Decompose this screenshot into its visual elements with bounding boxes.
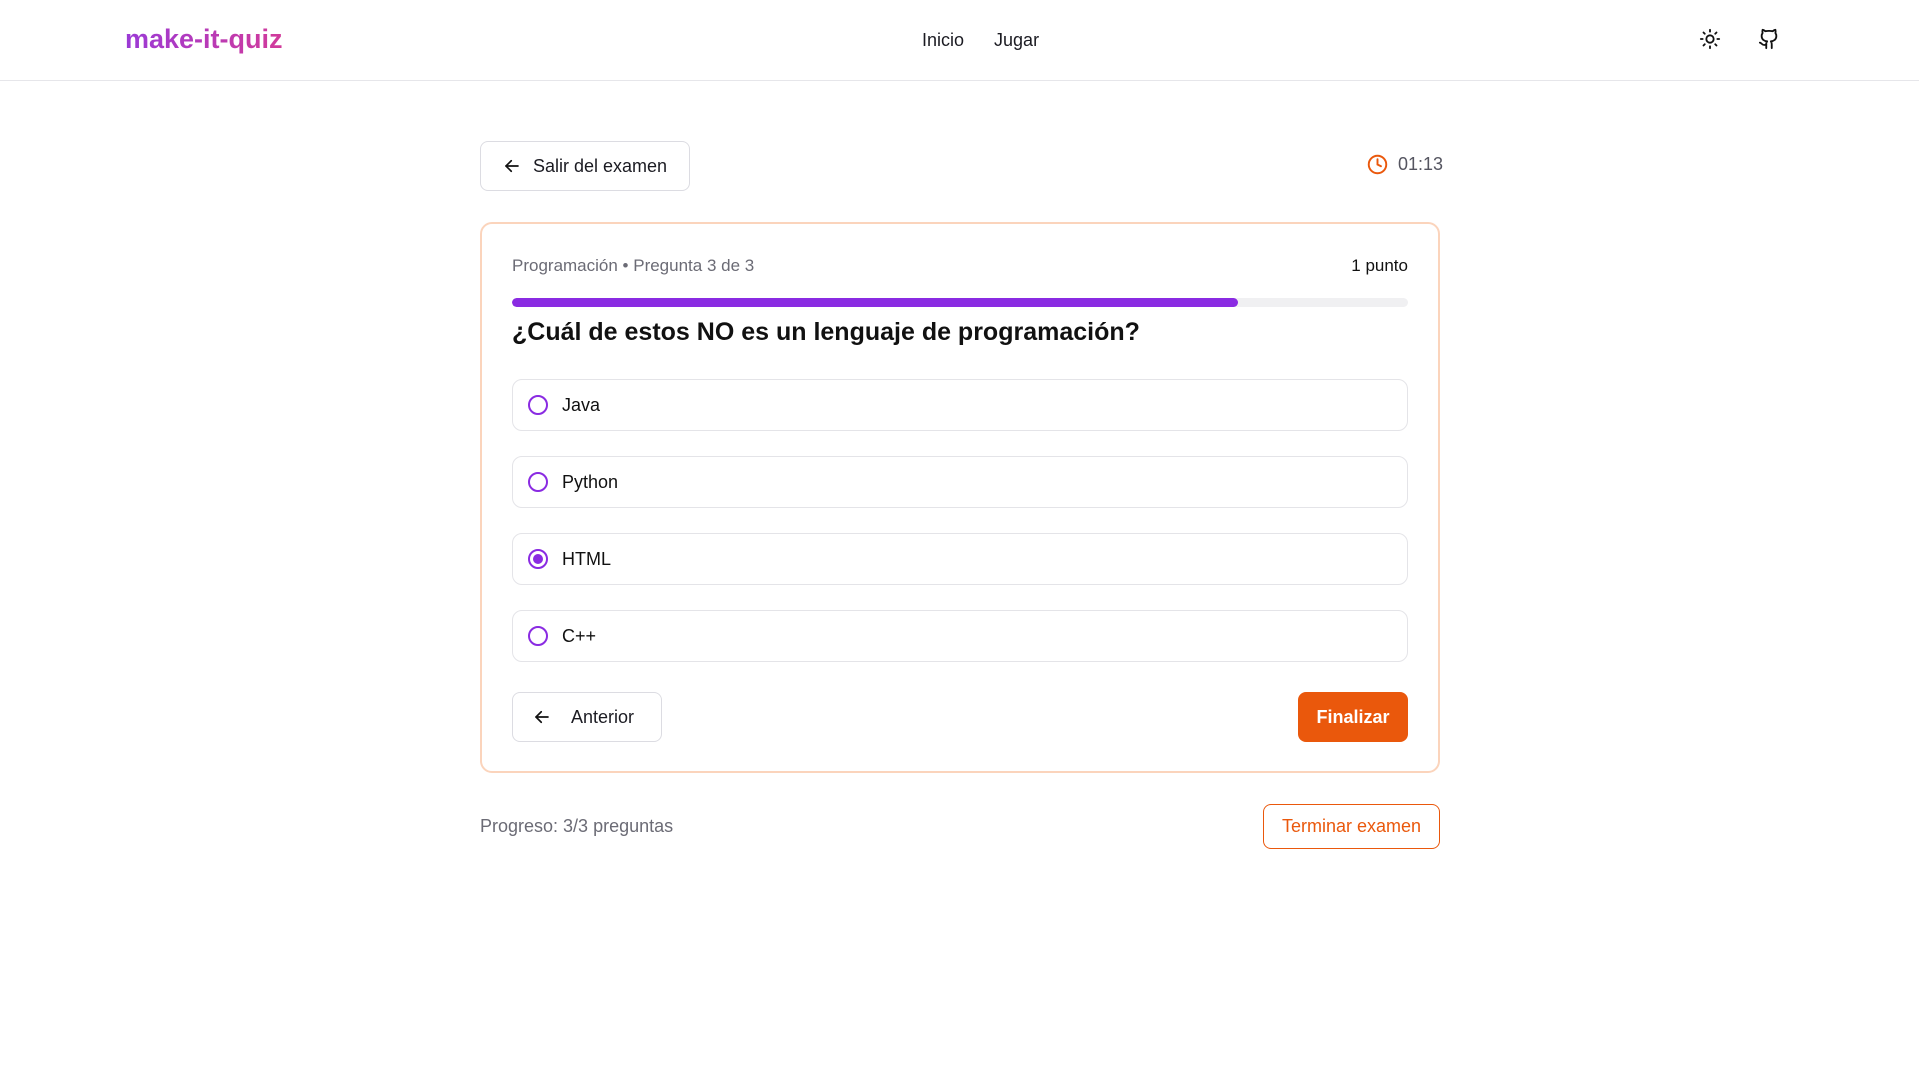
question-progress-bar — [512, 298, 1408, 307]
arrow-left-icon — [505, 159, 519, 173]
top-header: make-it-quiz Inicio Jugar — [0, 0, 1919, 81]
radio-button[interactable] — [528, 472, 548, 492]
radio-button[interactable] — [528, 626, 548, 646]
timer-value: 01:13 — [1398, 154, 1444, 174]
answer-option-html[interactable]: HTML — [512, 533, 1408, 585]
main-nav: Inicio Jugar — [922, 30, 1039, 51]
finish-button[interactable]: Finalizar — [1298, 692, 1408, 742]
answer-label: HTML — [562, 548, 611, 569]
question-card: Programación • Pregunta 3 de 3 1 punto ¿… — [480, 222, 1440, 773]
question-progress-fill — [512, 298, 1238, 307]
nav-link-inicio[interactable]: Inicio — [922, 30, 964, 51]
sun-icon[interactable] — [1699, 28, 1723, 52]
answer-label: Java — [562, 394, 601, 415]
answer-option-java[interactable]: Java — [512, 379, 1408, 431]
previous-button[interactable]: Anterior — [512, 692, 662, 742]
github-icon[interactable] — [1758, 28, 1782, 52]
question-text: ¿Cuál de estos NO es un lenguaje de prog… — [512, 318, 1140, 346]
radio-button[interactable] — [528, 395, 548, 415]
question-meta: Programación • Pregunta 3 de 3 — [512, 256, 755, 275]
end-exam-button[interactable]: Terminar examen — [1263, 804, 1440, 849]
answer-option-python[interactable]: Python — [512, 456, 1408, 508]
arrow-left-icon — [535, 710, 549, 724]
app-logo[interactable]: make-it-quiz — [125, 24, 283, 55]
clock-icon — [1367, 154, 1388, 175]
question-points: 1 punto — [1351, 256, 1408, 275]
answer-label: Python — [562, 471, 619, 492]
nav-link-jugar[interactable]: Jugar — [994, 30, 1039, 51]
previous-label: Anterior — [571, 706, 635, 727]
exit-exam-button[interactable]: Salir del examen — [480, 141, 690, 191]
answer-option-cpp[interactable]: C++ — [512, 610, 1408, 662]
answer-label: C++ — [562, 625, 597, 646]
exit-exam-label: Salir del examen — [533, 155, 668, 176]
exam-timer: 01:13 — [1367, 154, 1443, 175]
radio-button-selected[interactable] — [528, 549, 548, 569]
exam-progress-text: Progreso: 3/3 preguntas — [480, 816, 674, 836]
radio-dot — [533, 554, 543, 564]
